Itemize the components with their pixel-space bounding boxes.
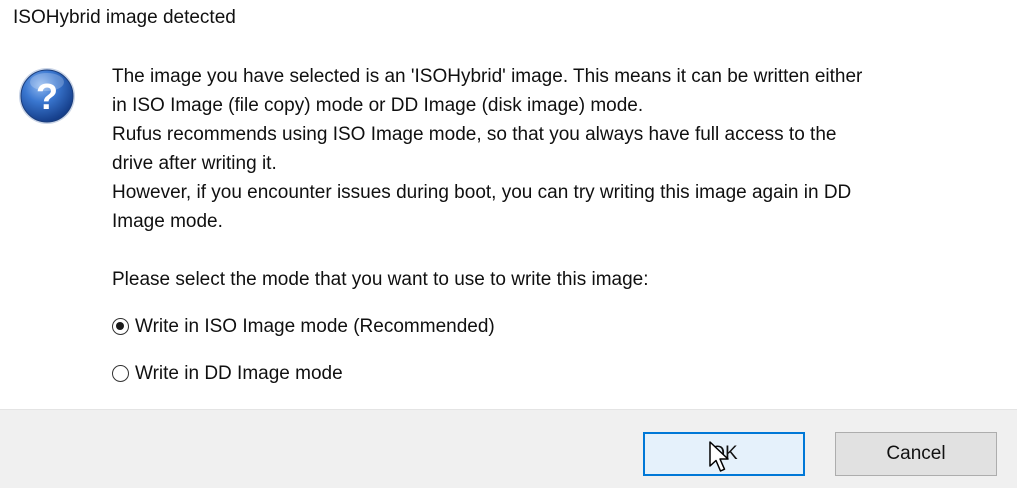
dialog-title: ISOHybrid image detected [13,7,236,28]
message-line: The image you have selected is an 'ISOHy… [112,66,863,87]
cancel-button[interactable]: Cancel [835,432,997,476]
message-line: in ISO Image (file copy) mode or DD Imag… [112,95,644,116]
iso-mode-option[interactable]: Write in ISO Image mode (Recommended) [112,312,495,341]
message-line: drive after writing it. [112,153,277,174]
message-text: The image you have selected is an 'ISOHy… [112,62,1002,236]
iso-hybrid-dialog: ISOHybrid image detected ? The image you… [0,0,1017,488]
question-icon: ? [19,68,75,124]
message-line: Rufus recommends using ISO Image mode, s… [112,124,837,145]
dd-mode-label[interactable]: Write in DD Image mode [135,359,343,388]
dd-mode-option[interactable]: Write in DD Image mode [112,359,343,388]
message-line: However, if you encounter issues during … [112,182,852,203]
dd-mode-radio[interactable] [112,365,129,382]
iso-mode-label[interactable]: Write in ISO Image mode (Recommended) [135,312,495,341]
title-bar: ISOHybrid image detected [0,0,1017,40]
button-bar: OK Cancel [0,409,1017,488]
iso-mode-radio[interactable] [112,318,129,335]
mode-prompt: Please select the mode that you want to … [112,269,649,290]
dialog-content: ? The image you have selected is an 'ISO… [0,40,1017,409]
svg-text:?: ? [36,76,58,117]
message-line: Image mode. [112,211,223,232]
ok-button[interactable]: OK [643,432,805,476]
